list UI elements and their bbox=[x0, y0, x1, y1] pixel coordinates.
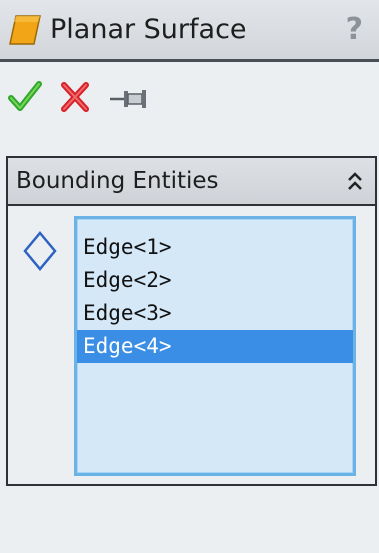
group-title: Bounding Entities bbox=[16, 168, 219, 194]
help-button[interactable]: ? bbox=[346, 12, 363, 47]
property-manager-titlebar: Planar Surface ? bbox=[0, 0, 379, 62]
ok-checkmark-icon[interactable] bbox=[8, 80, 42, 114]
list-item-edge[interactable]: Edge<4> bbox=[77, 330, 353, 363]
bounding-entities-group: Bounding Entities Edge<1> Edge<2> Edge<3> E… bbox=[6, 156, 377, 486]
double-chevron-up-icon[interactable] bbox=[345, 170, 365, 194]
list-item-edge[interactable]: Edge<2> bbox=[77, 264, 353, 297]
diamond-outline-icon bbox=[23, 231, 57, 271]
list-item-edge[interactable]: Edge<3> bbox=[77, 297, 353, 330]
pushpin-icon[interactable] bbox=[108, 84, 148, 114]
bounding-entities-list[interactable]: Edge<1> Edge<2> Edge<3> Edge<4> bbox=[74, 216, 356, 476]
cancel-x-icon[interactable] bbox=[60, 80, 90, 114]
group-header[interactable]: Bounding Entities bbox=[8, 158, 375, 206]
action-bar bbox=[0, 66, 379, 134]
list-item-edge[interactable]: Edge<1> bbox=[77, 231, 353, 264]
panel-title: Planar Surface bbox=[50, 14, 247, 45]
planar-surface-icon bbox=[9, 15, 41, 45]
